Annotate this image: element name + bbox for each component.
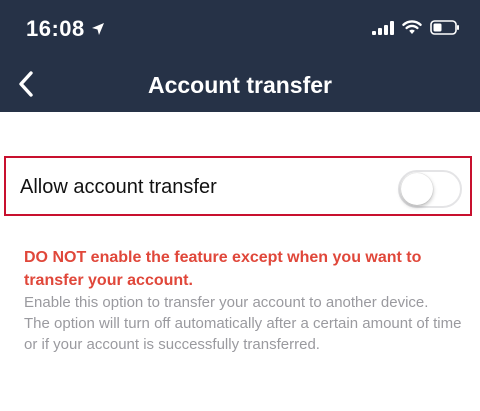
battery-icon: [430, 20, 459, 35]
status-icons: [372, 20, 460, 35]
allow-account-transfer-row: Allow account transfer: [4, 156, 472, 216]
location-arrow-icon: [91, 23, 104, 35]
allow-account-transfer-label: Allow account transfer: [20, 176, 217, 198]
signal-icon: [372, 20, 394, 35]
wifi-icon: [402, 20, 422, 34]
status-time: 16:08: [26, 16, 85, 41]
info-text-auto-off: The option will turn off automatically a…: [24, 315, 462, 353]
header: 16:08 Account transfer: [0, 0, 480, 112]
status-time-group: 16:08: [26, 16, 105, 42]
page-title: Account transfer: [147, 72, 333, 98]
toggle-knob: [401, 173, 433, 205]
nav-bar: Account transfer: [0, 60, 480, 112]
info-text-enable: Enable this option to transfer your acco…: [24, 294, 429, 311]
allow-account-transfer-toggle[interactable]: [398, 170, 462, 208]
warning-text: DO NOT enable the feature except when yo…: [24, 249, 422, 289]
status-bar: 16:08: [0, 0, 480, 60]
setting-description: DO NOT enable the feature except when yo…: [24, 246, 464, 355]
